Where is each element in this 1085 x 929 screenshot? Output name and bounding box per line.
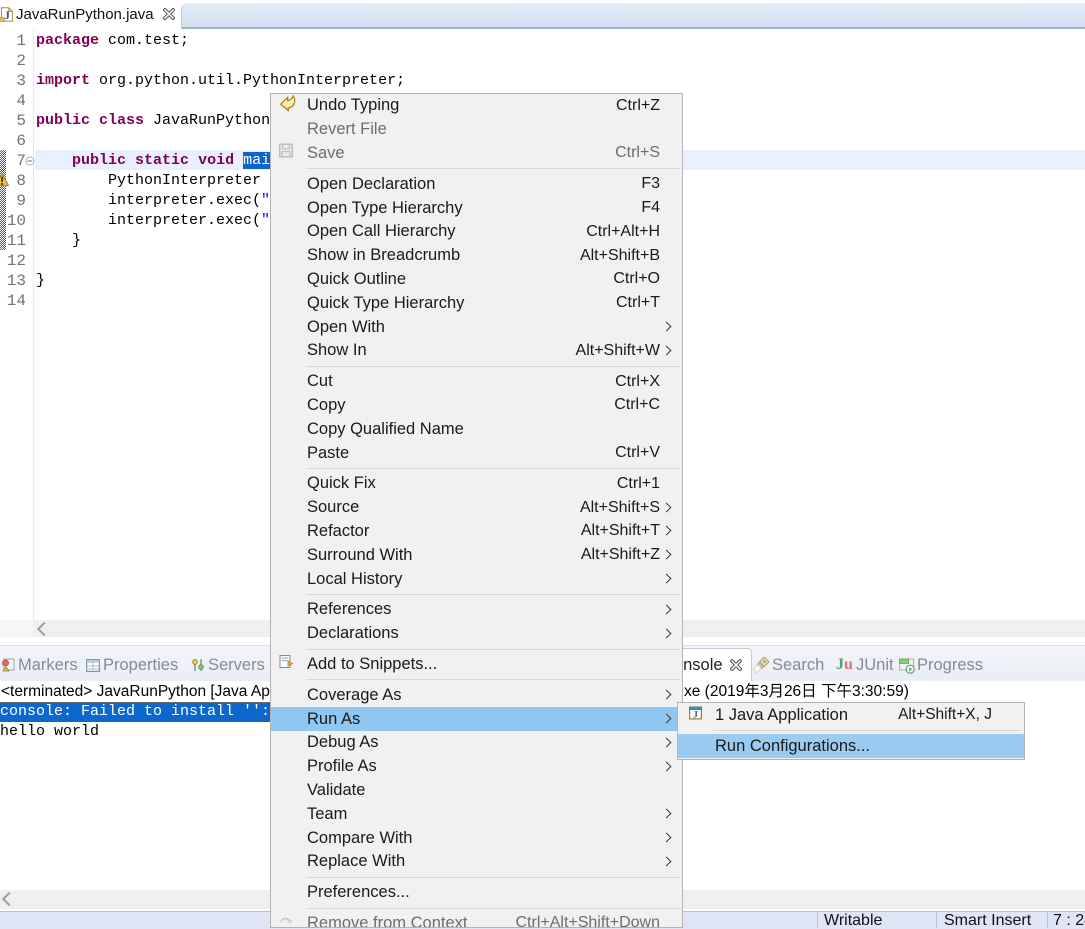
- svg-text:J: J: [693, 711, 698, 720]
- svg-text:J: J: [4, 8, 10, 22]
